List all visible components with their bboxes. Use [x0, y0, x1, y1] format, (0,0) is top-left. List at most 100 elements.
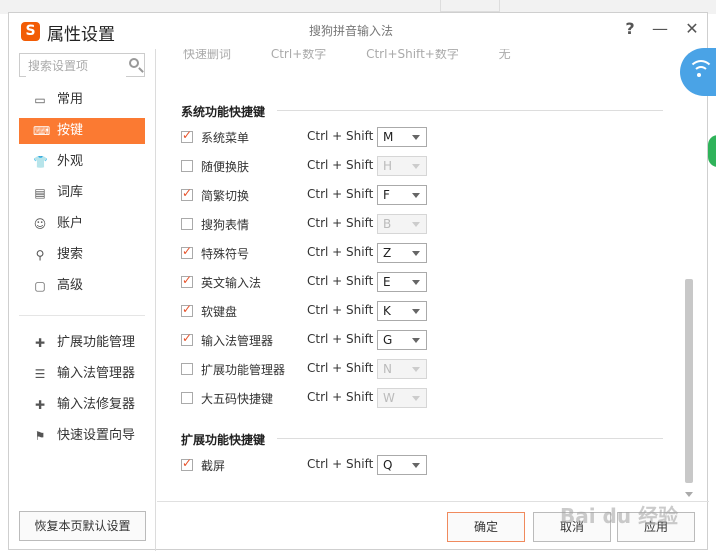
- quick-delete-label: 快速删词: [183, 49, 232, 61]
- shortcut-checkbox[interactable]: [181, 363, 193, 375]
- shortcut-row: 截屏 Ctrl + Shift +Q: [181, 455, 641, 477]
- shortcut-row: 特殊符号 Ctrl + Shift +Z: [181, 243, 641, 265]
- shortcut-row: 软键盘 Ctrl + Shift +K: [181, 301, 641, 323]
- shortcut-key-dropdown[interactable]: N: [377, 359, 427, 379]
- monitor-icon: ▭: [34, 93, 46, 107]
- background-window-edge: [440, 0, 500, 12]
- app-name: 搜狗拼音输入法: [309, 24, 394, 38]
- search-box[interactable]: [19, 53, 145, 77]
- shortcut-label: 特殊符号: [201, 247, 250, 261]
- sidebar-item-setup-wizard[interactable]: ⚑ 快速设置向导: [19, 423, 145, 449]
- sidebar-item-label: 快速设置向导: [57, 428, 136, 443]
- shortcut-checkbox[interactable]: [181, 273, 193, 288]
- shortcut-key-value: B: [383, 217, 392, 231]
- chevron-down-icon: [412, 280, 420, 285]
- section-divider: [277, 110, 663, 111]
- quick-delete-option-ctrl-shift-digit[interactable]: Ctrl+Shift+数字: [366, 49, 459, 62]
- chevron-down-icon: [412, 251, 420, 256]
- sidebar-item-label: 按键: [57, 123, 84, 138]
- shortcut-checkbox[interactable]: [181, 302, 193, 317]
- sidebar-item-dictionary[interactable]: ▤ 词库: [19, 180, 145, 206]
- chevron-down-icon: [412, 164, 420, 169]
- shirt-icon: 👕: [33, 155, 48, 169]
- shortcut-key-dropdown[interactable]: M: [377, 127, 427, 147]
- shortcut-row: 随便换肤 Ctrl + Shift + H: [181, 156, 641, 178]
- shortcut-checkbox[interactable]: [181, 218, 193, 230]
- sidebar-item-appearance[interactable]: 👕 外观: [19, 149, 145, 175]
- reset-defaults-button[interactable]: 恢复本页默认设置: [19, 511, 146, 541]
- sidebar-item-label: 输入法修复器: [57, 397, 136, 412]
- floating-widget-edge[interactable]: [708, 135, 716, 167]
- sidebar-item-account[interactable]: ☺ 账户: [19, 211, 145, 237]
- sidebar-item-general[interactable]: ▭ 常用: [19, 87, 145, 113]
- shortcut-key-dropdown[interactable]: W: [377, 388, 427, 408]
- shortcut-key-value: E: [383, 275, 391, 289]
- shortcut-key-value: G: [383, 333, 393, 347]
- shortcut-key-dropdown[interactable]: F: [377, 185, 427, 205]
- sidebar-item-extension-manager[interactable]: ✚ 扩展功能管理: [19, 330, 145, 356]
- close-button[interactable]: ✕: [681, 17, 703, 41]
- shortcut-key-dropdown[interactable]: Q: [377, 455, 427, 475]
- title-bar[interactable]: S 属性设置 搜狗拼音输入法 ? — ✕: [9, 13, 707, 49]
- search-input[interactable]: [26, 55, 126, 77]
- search-icon: ⚲: [35, 248, 45, 262]
- shortcut-key-dropdown[interactable]: G: [377, 330, 427, 350]
- search-icon[interactable]: [129, 58, 139, 68]
- sidebar-item-label: 高级: [57, 278, 84, 293]
- shortcut-checkbox[interactable]: [181, 128, 193, 143]
- shortcut-row: 系统菜单 Ctrl + Shift +M: [181, 127, 641, 149]
- scroll-down-arrow-icon[interactable]: [685, 492, 693, 497]
- shortcut-checkbox[interactable]: [181, 456, 193, 471]
- sidebar-item-label: 输入法管理器: [57, 366, 136, 381]
- minimize-button[interactable]: —: [649, 17, 671, 41]
- shortcut-label: 简繁切换: [201, 189, 250, 203]
- settings-content: 快速删词 Ctrl+数字 Ctrl+Shift+数字 无 系统功能快捷键 系统菜…: [157, 49, 697, 501]
- repair-kit-icon: ✚: [34, 398, 46, 412]
- scroll-thumb[interactable]: [685, 279, 693, 483]
- shortcut-row: 输入法管理器 Ctrl + Shift +G: [181, 330, 641, 352]
- sidebar-item-label: 账户: [57, 216, 84, 231]
- ok-button[interactable]: 确定: [447, 512, 525, 542]
- modifier-prefix: Ctrl + Shift +: [307, 361, 388, 375]
- sidebar-item-ime-repair[interactable]: ✚ 输入法修复器: [19, 392, 145, 418]
- help-button[interactable]: ?: [619, 17, 641, 41]
- book-icon: ▤: [34, 186, 46, 200]
- watermark: Bai du 经验: [560, 504, 679, 528]
- chevron-down-icon: [412, 309, 420, 314]
- sidebar-item-label: 外观: [57, 154, 84, 169]
- shortcut-label: 截屏: [201, 459, 226, 473]
- shortcut-checkbox[interactable]: [181, 392, 193, 404]
- quick-delete-option-none[interactable]: 无: [499, 49, 511, 62]
- keyboard-icon: ⌨: [33, 124, 51, 138]
- shortcut-key-value: N: [383, 362, 392, 376]
- shortcut-label: 扩展功能管理器: [201, 363, 286, 377]
- window-title: 属性设置: [47, 25, 115, 45]
- modifier-prefix: Ctrl + Shift +: [307, 457, 388, 471]
- list-icon: ☰: [34, 367, 46, 381]
- extension-shortcuts-heading: 扩展功能快捷键: [181, 433, 266, 447]
- shortcut-key-dropdown[interactable]: B: [377, 214, 427, 234]
- chevron-down-icon: [412, 338, 420, 343]
- sogou-logo-icon: S: [21, 22, 40, 41]
- shortcut-key-dropdown[interactable]: E: [377, 272, 427, 292]
- shortcut-key-dropdown[interactable]: K: [377, 301, 427, 321]
- chevron-down-icon: [412, 463, 420, 468]
- content-scrollbar[interactable]: [683, 51, 695, 499]
- sidebar-item-search[interactable]: ⚲ 搜索: [19, 242, 145, 268]
- modifier-prefix: Ctrl + Shift +: [307, 129, 388, 143]
- sidebar-item-keys[interactable]: ⌨ 按键: [19, 118, 145, 144]
- shortcut-row: 英文输入法 Ctrl + Shift +E: [181, 272, 641, 294]
- sidebar-item-label: 扩展功能管理: [57, 335, 136, 350]
- user-icon: ☺: [33, 217, 47, 231]
- shortcut-key-dropdown[interactable]: Z: [377, 243, 427, 263]
- sidebar-item-ime-manager[interactable]: ☰ 输入法管理器: [19, 361, 145, 387]
- shortcut-key-dropdown[interactable]: H: [377, 156, 427, 176]
- shortcut-checkbox[interactable]: [181, 186, 193, 201]
- quick-delete-option-ctrl-digit[interactable]: Ctrl+数字: [271, 49, 326, 62]
- shortcut-checkbox[interactable]: [181, 331, 193, 346]
- shortcut-checkbox[interactable]: [181, 160, 193, 172]
- shortcut-label: 软键盘: [201, 305, 238, 319]
- shortcut-checkbox[interactable]: [181, 244, 193, 259]
- sidebar-item-advanced[interactable]: ▢ 高级: [19, 273, 145, 299]
- modifier-prefix: Ctrl + Shift +: [307, 274, 388, 288]
